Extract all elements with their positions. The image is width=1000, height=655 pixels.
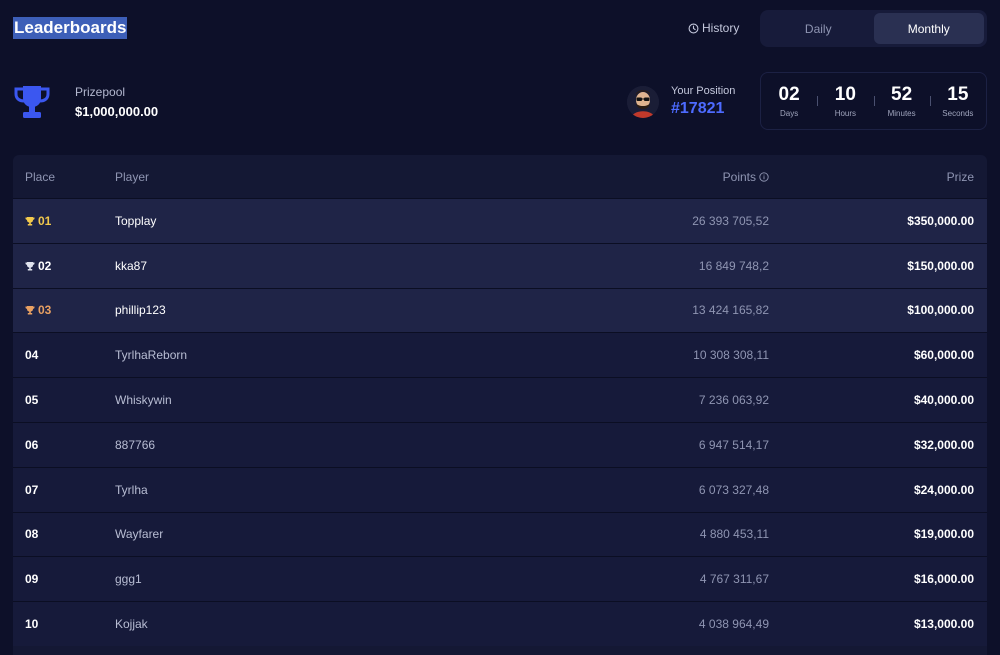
countdown-hours-unit: Hours xyxy=(834,109,857,118)
countdown-minutes-unit: Minutes xyxy=(887,109,916,118)
prizepool-label: Prizepool xyxy=(75,85,126,99)
your-position-label: Your Position xyxy=(671,85,736,97)
row-place-number: 05 xyxy=(25,393,39,408)
row-prize: $19,000.00 xyxy=(913,527,974,542)
tab-monthly[interactable]: Monthly xyxy=(873,13,984,44)
table-row: 06 887766 6 947 514,17 $32,000.00 xyxy=(13,421,987,467)
tab-daily[interactable]: Daily xyxy=(763,13,874,44)
row-prize: $40,000.00 xyxy=(913,393,974,408)
row-player[interactable]: Topplay xyxy=(115,214,156,228)
row-points: 4 767 311,67 xyxy=(699,572,769,587)
countdown-days-value: 02 xyxy=(778,84,800,105)
row-player[interactable]: Tyrlha xyxy=(115,483,148,497)
prizepool-value: $1,000,000.00 xyxy=(75,104,159,119)
countdown-seconds-unit: Seconds xyxy=(942,109,974,118)
table-row: 09 ggg1 4 767 311,67 $16,000.00 xyxy=(13,556,987,602)
row-place: 07 xyxy=(25,483,38,497)
row-player[interactable]: 887766 xyxy=(115,438,155,452)
row-prize: $24,000.00 xyxy=(913,482,974,497)
history-link[interactable]: History xyxy=(688,21,739,35)
row-points: 6 073 327,48 xyxy=(698,482,769,497)
column-points: Points xyxy=(723,170,769,184)
history-label: History xyxy=(702,21,740,35)
row-prize: $150,000.00 xyxy=(907,258,974,273)
table-row: 10 Kojjak 4 038 964,49 $13,000.00 xyxy=(13,601,987,646)
page-title: Leaderboards xyxy=(13,17,128,39)
trophy-icon xyxy=(25,261,35,271)
countdown-seconds-value: 15 xyxy=(947,84,969,105)
row-place: 04 xyxy=(25,348,38,362)
table-row: 03 phillip123 13 424 165,82 $100,000.00 xyxy=(13,287,987,333)
row-points: 6 947 514,17 xyxy=(698,437,769,452)
row-prize: $32,000.00 xyxy=(913,437,974,452)
countdown-minutes: 52 Minutes xyxy=(873,73,930,129)
countdown-minutes-value: 52 xyxy=(891,84,913,105)
column-points-label: Points xyxy=(722,169,756,184)
row-place-number: 01 xyxy=(38,213,52,228)
countdown-timer: 02 Days 10 Hours 52 Minutes 15 Seconds xyxy=(760,72,987,130)
row-place-number: 09 xyxy=(25,572,39,587)
leaderboard-table: Place Player Points Prize 01 Topplay 26 39… xyxy=(13,155,987,655)
countdown-hours: 10 Hours xyxy=(817,73,873,129)
row-place-number: 02 xyxy=(38,258,52,273)
row-place: 06 xyxy=(25,438,38,452)
row-points: 13 424 165,82 xyxy=(692,303,769,318)
table-header: Place Player Points Prize xyxy=(13,155,987,198)
row-prize: $350,000.00 xyxy=(907,213,974,228)
row-points: 4 880 453,11 xyxy=(699,527,769,542)
row-place: 10 xyxy=(25,617,38,631)
countdown-days-unit: Days xyxy=(780,109,799,118)
row-player[interactable]: TyrlhaReborn xyxy=(115,348,187,362)
row-prize: $60,000.00 xyxy=(913,348,974,363)
period-toggle: Daily Monthly xyxy=(760,10,987,47)
trophy-icon xyxy=(25,216,35,226)
trophy-icon xyxy=(14,86,50,118)
row-place-number: 04 xyxy=(25,348,39,363)
row-place-number: 06 xyxy=(25,437,39,452)
row-place: 03 xyxy=(25,303,51,317)
row-place-number: 03 xyxy=(38,303,52,318)
row-place: 01 xyxy=(25,214,51,228)
row-points: 26 393 705,52 xyxy=(692,213,769,228)
table-row: 07 Tyrlha 6 073 327,48 $24,000.00 xyxy=(13,466,987,512)
row-points: 4 038 964,49 xyxy=(698,617,769,632)
trophy-icon xyxy=(25,306,35,315)
avatar xyxy=(627,86,659,118)
column-player: Player xyxy=(115,169,150,184)
row-prize: $16,000.00 xyxy=(913,572,974,587)
row-place-number: 08 xyxy=(25,527,39,542)
table-row: 05 Whiskywin 7 236 063,92 $40,000.00 xyxy=(13,377,987,422)
column-place: Place xyxy=(25,169,56,184)
table-row: 02 kka87 16 849 748,2 $150,000.00 xyxy=(13,242,987,288)
table-row: 04 TyrlhaReborn 10 308 308,11 $60,000.00 xyxy=(13,332,987,378)
row-points: 16 849 748,2 xyxy=(698,258,769,273)
row-place: 02 xyxy=(25,259,51,273)
table-row: 08 Wayfarer 4 880 453,11 $19,000.00 xyxy=(13,511,987,557)
row-place-number: 10 xyxy=(25,617,39,632)
table-row: 01 Topplay 26 393 705,52 $350,000.00 xyxy=(13,198,987,243)
row-points: 7 236 063,92 xyxy=(698,393,769,408)
row-player[interactable]: Wayfarer xyxy=(115,527,163,541)
countdown-days: 02 Days xyxy=(761,73,817,129)
row-prize: $100,000.00 xyxy=(907,303,974,318)
row-player[interactable]: Whiskywin xyxy=(115,393,172,407)
column-prize: Prize xyxy=(946,169,974,184)
row-place: 08 xyxy=(25,527,38,541)
row-prize: $13,000.00 xyxy=(913,617,974,632)
row-player[interactable]: phillip123 xyxy=(115,303,166,317)
history-icon xyxy=(688,23,699,33)
row-place-number: 07 xyxy=(25,482,39,497)
countdown-seconds: 15 Seconds xyxy=(929,73,986,129)
info-icon[interactable] xyxy=(759,171,769,182)
row-points: 10 308 308,11 xyxy=(693,348,769,363)
table-body: 01 Topplay 26 393 705,52 $350,000.00 02 kka87… xyxy=(13,198,987,646)
row-player[interactable]: ggg1 xyxy=(115,572,142,586)
row-place: 05 xyxy=(25,393,38,407)
row-place: 09 xyxy=(25,572,38,586)
countdown-hours-value: 10 xyxy=(834,84,856,105)
your-position-value: #17821 xyxy=(671,100,725,117)
row-player[interactable]: Kojjak xyxy=(115,617,148,631)
row-player[interactable]: kka87 xyxy=(115,259,147,273)
